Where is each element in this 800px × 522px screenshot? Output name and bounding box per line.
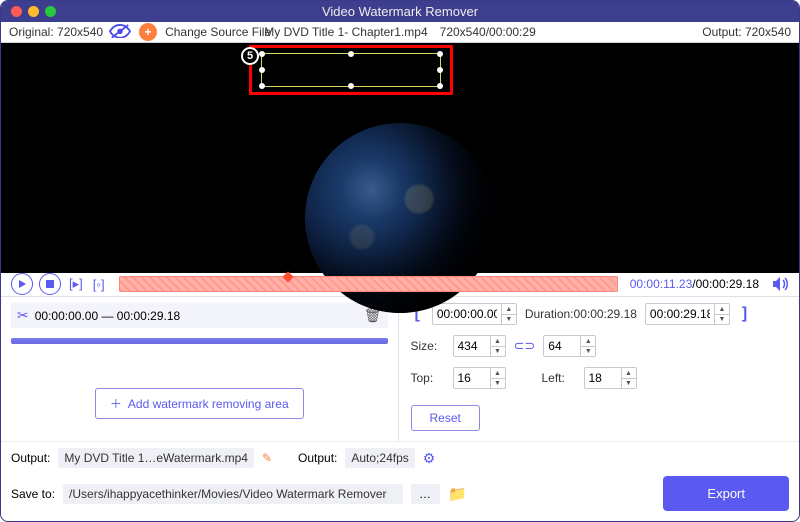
duration-label: Duration:00:00:29.18 xyxy=(525,307,637,321)
chevron-down-icon[interactable]: ▼ xyxy=(502,314,516,324)
stop-button[interactable] xyxy=(39,273,61,295)
watermark-selection-box[interactable] xyxy=(261,53,441,87)
change-source-button[interactable]: Change Source File xyxy=(165,25,271,39)
segment-bar[interactable] xyxy=(11,338,388,344)
range-start-input[interactable]: ▲▼ xyxy=(432,303,517,325)
video-preview[interactable]: 5 xyxy=(1,43,799,273)
add-watermark-area-button[interactable]: ＋ Add watermark removing area xyxy=(95,388,304,419)
chevron-up-icon[interactable]: ▲ xyxy=(715,304,729,314)
mark-in-button[interactable]: [▸] xyxy=(67,276,85,292)
chevron-up-icon[interactable]: ▲ xyxy=(502,304,516,314)
play-button[interactable] xyxy=(11,273,33,295)
titlebar: Video Watermark Remover xyxy=(1,1,799,22)
open-folder-icon[interactable]: 📁 xyxy=(448,485,467,503)
segment-range: 00:00:00.00 — 00:00:29.18 xyxy=(35,309,180,323)
properties-panel: [ ▲▼ Duration:00:00:29.18 ▲▼ ] Size: ▲▼ … xyxy=(399,297,800,441)
source-filename: My DVD Title 1- Chapter1.mp4 xyxy=(264,25,427,39)
output-label: Output: xyxy=(11,451,50,465)
output-dimensions: Output: 720x540 xyxy=(702,25,791,39)
segment-row[interactable]: ✂ 00:00:00.00 — 00:00:29.18 🗑 xyxy=(11,303,388,328)
output-settings-label: Output: xyxy=(298,451,337,465)
reset-button[interactable]: Reset xyxy=(411,405,480,431)
main-panels: ✂ 00:00:00.00 — 00:00:29.18 🗑 ＋ Add wate… xyxy=(1,297,799,441)
range-end-bracket-button[interactable]: ] xyxy=(738,305,751,323)
settings-gear-icon[interactable]: ⚙ xyxy=(423,450,436,467)
chevron-down-icon[interactable]: ▼ xyxy=(715,314,729,324)
annotation-step-badge: 5 xyxy=(241,47,259,65)
playhead-icon[interactable] xyxy=(282,272,293,283)
preview-toggle-icon[interactable] xyxy=(109,24,131,40)
window-title: Video Watermark Remover xyxy=(1,4,799,19)
output-settings: Auto;24fps xyxy=(345,448,414,468)
source-info: 720x540/00:00:29 xyxy=(440,25,536,39)
left-label: Left: xyxy=(542,371,576,385)
export-button[interactable]: Export xyxy=(663,476,789,511)
timeline-scrubber[interactable] xyxy=(119,276,618,292)
width-input[interactable]: ▲▼ xyxy=(453,335,506,357)
browse-path-button[interactable]: … xyxy=(411,484,440,504)
top-label: Top: xyxy=(411,371,445,385)
output-filename: My DVD Title 1…eWatermark.mp4 xyxy=(58,448,254,468)
footer-panel: Output: My DVD Title 1…eWatermark.mp4 ✎ … xyxy=(1,441,799,521)
toolbar: Original: 720x540 + Change Source File M… xyxy=(1,22,799,43)
top-input[interactable]: ▲▼ xyxy=(453,367,506,389)
app-window: Video Watermark Remover Original: 720x54… xyxy=(0,0,800,522)
link-dimensions-icon[interactable]: ⊂⊃ xyxy=(514,338,536,354)
timecode: 00:00:11.23/00:00:29.18 xyxy=(630,277,759,291)
scissors-icon: ✂ xyxy=(17,307,29,324)
add-source-icon[interactable]: + xyxy=(139,23,157,41)
range-end-input[interactable]: ▲▼ xyxy=(645,303,730,325)
segments-panel: ✂ 00:00:00.00 — 00:00:29.18 🗑 ＋ Add wate… xyxy=(1,297,399,441)
height-input[interactable]: ▲▼ xyxy=(543,335,596,357)
original-dimensions: Original: 720x540 xyxy=(9,25,103,39)
save-to-label: Save to: xyxy=(11,487,55,501)
mark-out-button[interactable]: [◦] xyxy=(91,277,107,292)
left-input[interactable]: ▲▼ xyxy=(584,367,637,389)
volume-icon[interactable] xyxy=(771,275,789,293)
size-label: Size: xyxy=(411,339,445,353)
plus-icon: ＋ xyxy=(110,395,122,412)
save-path: /Users/ihappyacethinker/Movies/Video Wat… xyxy=(63,484,403,504)
edit-filename-icon[interactable]: ✎ xyxy=(262,451,272,465)
